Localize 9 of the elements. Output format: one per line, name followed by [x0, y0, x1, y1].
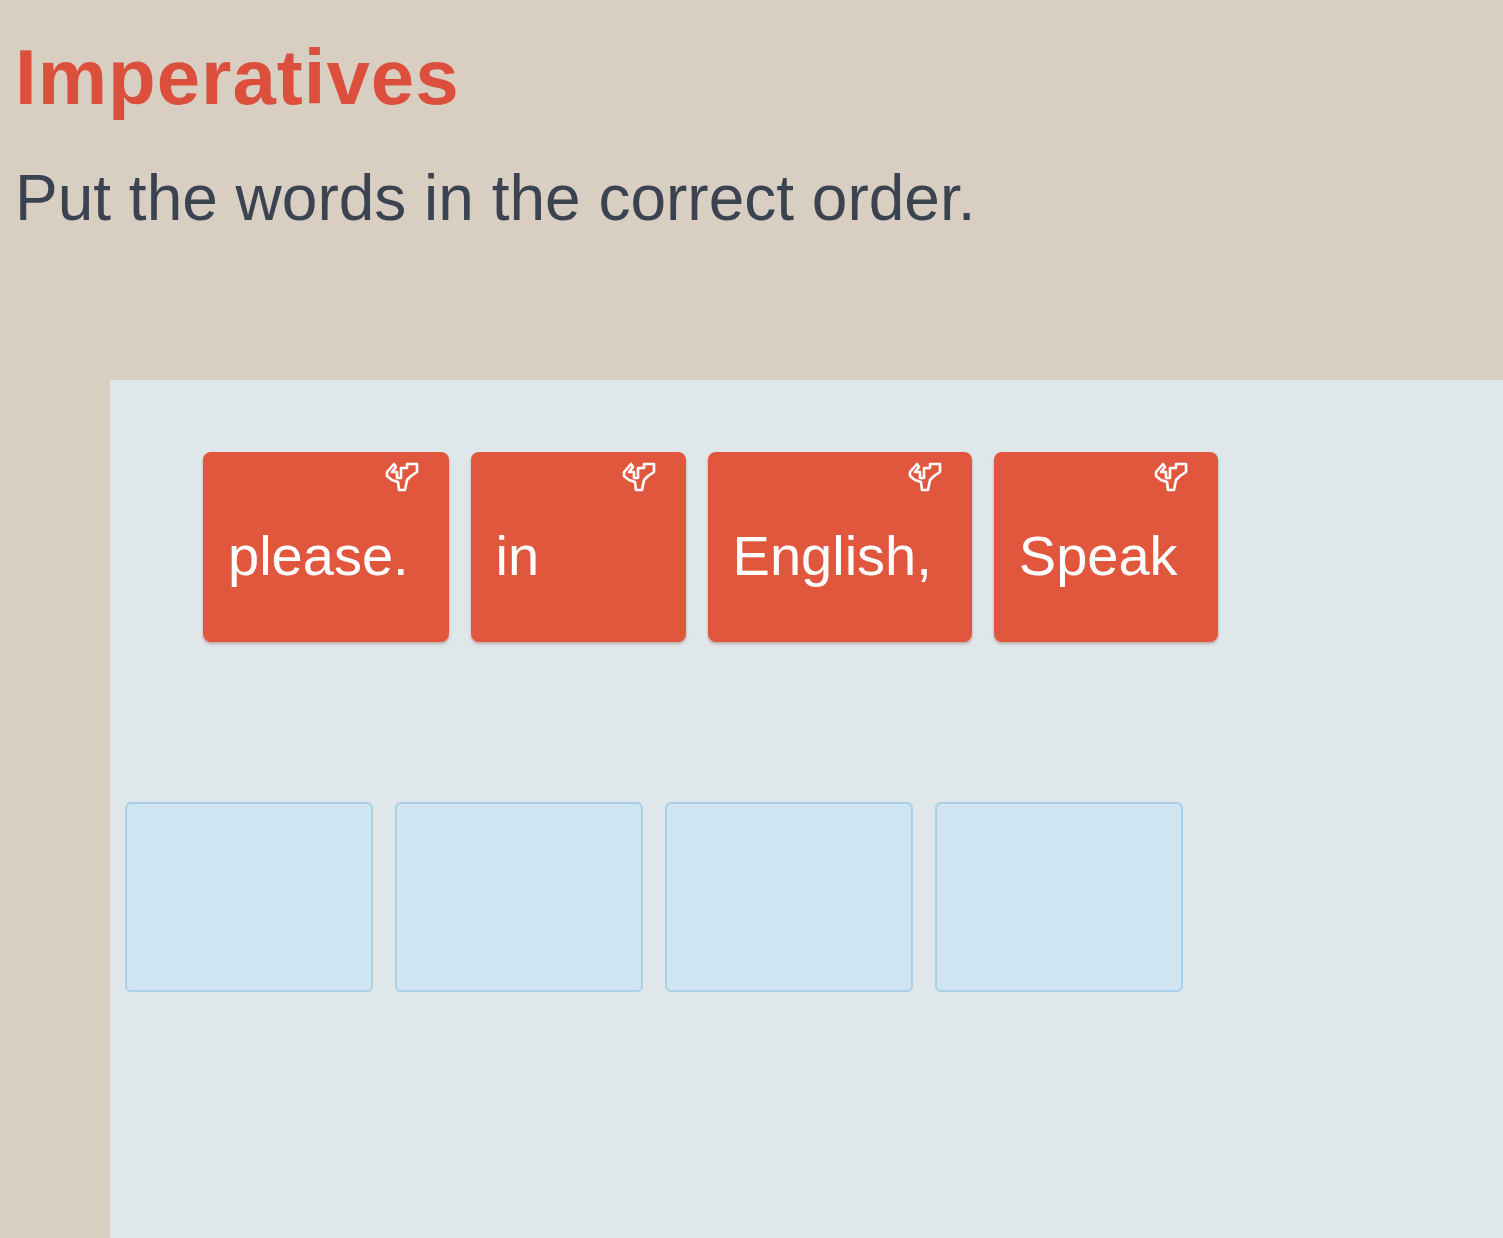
word-tile[interactable]: in [470, 452, 686, 642]
answer-slot[interactable] [665, 802, 913, 992]
word-tile[interactable]: please. [203, 452, 449, 642]
instruction-text: Put the words in the correct order. [15, 166, 976, 230]
answer-slot[interactable] [935, 802, 1183, 992]
answer-slot[interactable] [125, 802, 373, 992]
word-tile[interactable]: Speak [993, 452, 1218, 642]
word-tile[interactable]: English, [707, 452, 972, 642]
answer-slot[interactable] [395, 802, 643, 992]
